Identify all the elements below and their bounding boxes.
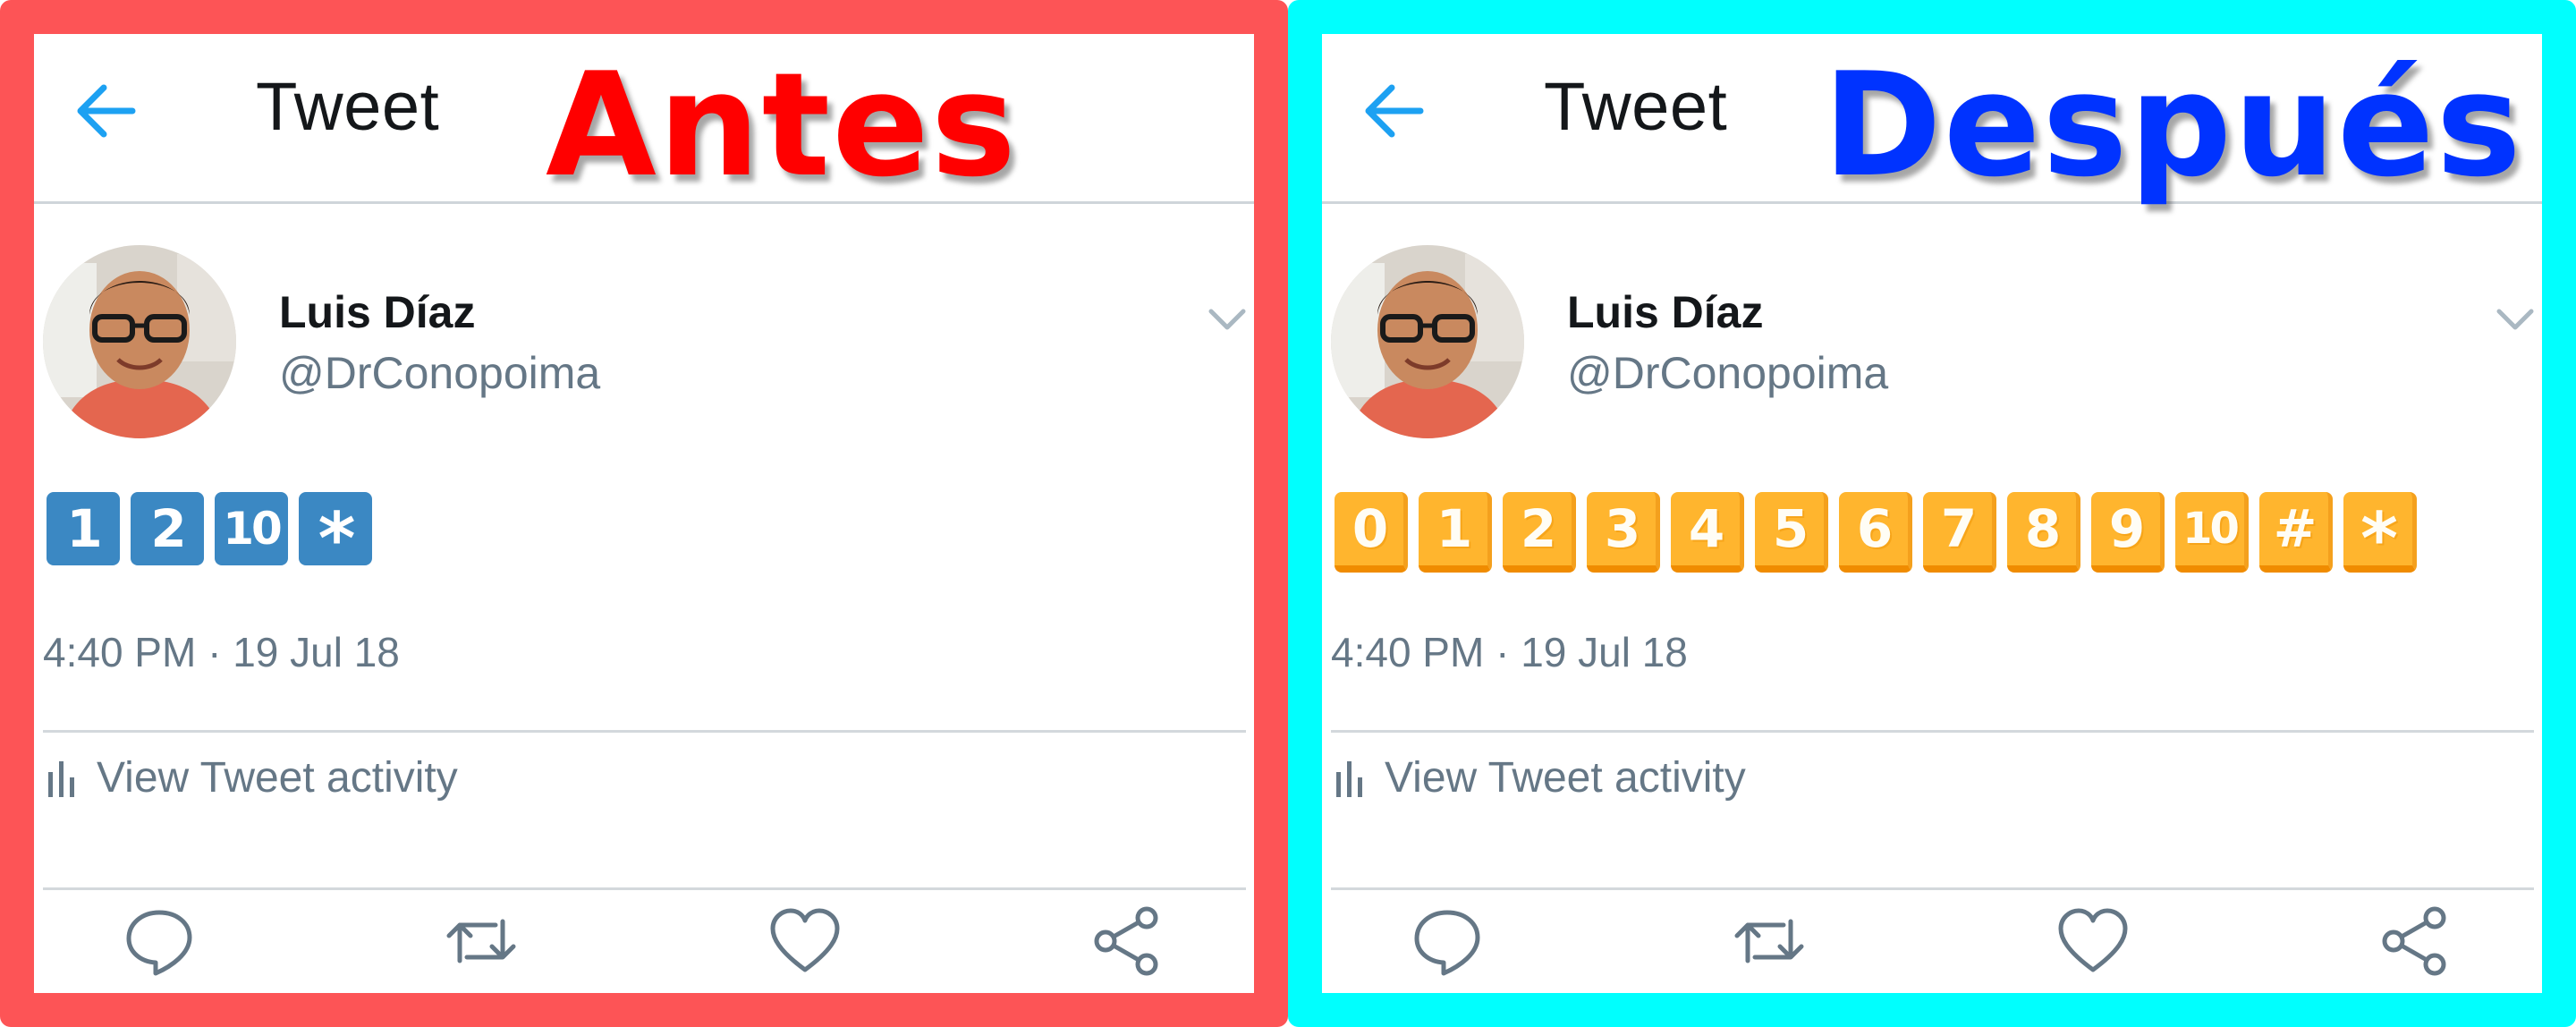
tweet-timestamp[interactable]: 4:40 PM · 19 Jul 18 [43, 628, 400, 676]
page-title: Tweet [1544, 69, 1728, 145]
reply-icon[interactable] [1411, 905, 1483, 977]
keycap-emoji: 0 [1335, 492, 1408, 573]
keycap-emoji: 1 [47, 492, 120, 565]
share-icon[interactable] [2379, 905, 2451, 977]
avatar[interactable] [43, 245, 236, 438]
keycap-digit: 1 [1436, 498, 1472, 559]
keycap-emoji: 5 [1755, 492, 1828, 573]
keycap-emoji: 2 [1503, 492, 1576, 573]
share-icon[interactable] [1091, 905, 1163, 977]
view-activity-link[interactable]: View Tweet activity [1335, 753, 1746, 802]
keycap-emoji: 9 [2091, 492, 2165, 573]
keycap-digit: 7 [1940, 498, 1977, 559]
keycap-emoji: 8 [2007, 492, 2080, 573]
activity-label: View Tweet activity [1385, 754, 1746, 802]
divider [43, 730, 1246, 733]
keycap-emoji: * [299, 492, 372, 581]
avatar[interactable] [1331, 245, 1524, 438]
retweet-icon[interactable] [1733, 905, 1805, 977]
tweet-timestamp[interactable]: 4:40 PM · 19 Jul 18 [1331, 628, 1688, 676]
keycap-emoji: # [2259, 492, 2333, 573]
chevron-down-icon[interactable] [1206, 302, 1249, 335]
keycap-emoji: 6 [1839, 492, 1912, 573]
page-title: Tweet [256, 69, 440, 145]
keycap-digit: 10 [2182, 504, 2240, 554]
keycap-digit: 9 [2108, 498, 2145, 559]
bar-chart-icon [48, 760, 74, 797]
keycap-emoji: 10 [2175, 492, 2249, 573]
keycap-emoji: 2 [131, 492, 204, 565]
after-panel: Tweet Después Luis Díaz @DrConopoima 0 1… [1288, 0, 2576, 1027]
keycap-digit: 6 [1856, 498, 1893, 559]
keycap-digit: # [2273, 498, 2318, 559]
user-name[interactable]: Luis Díaz [279, 286, 475, 338]
retweet-icon[interactable] [445, 905, 517, 977]
view-activity-link[interactable]: View Tweet activity [47, 753, 458, 802]
keycap-emoji: 4 [1671, 492, 1744, 573]
activity-label: View Tweet activity [97, 754, 458, 802]
keycap-digit: 5 [1772, 498, 1809, 559]
user-handle[interactable]: @DrConopoima [279, 347, 600, 399]
chevron-down-icon[interactable] [2494, 302, 2537, 335]
tweet-text: 1 2 10 * [47, 492, 372, 581]
keycap-digit: 8 [2024, 498, 2061, 559]
keycap-digit: * [2360, 497, 2398, 581]
heart-icon[interactable] [769, 905, 841, 977]
tweet-text: 0 1 2 3 4 5 6 7 8 9 10 # * [1335, 492, 2417, 581]
divider [43, 887, 1246, 890]
keycap-emoji: 10 [215, 492, 288, 565]
keycap-emoji: 3 [1587, 492, 1660, 573]
user-handle[interactable]: @DrConopoima [1567, 347, 1888, 399]
keycap-digit: 3 [1604, 498, 1640, 559]
keycap-emoji: 7 [1923, 492, 1996, 573]
keycap-digit: 0 [1352, 498, 1388, 559]
heart-icon[interactable] [2057, 905, 2129, 977]
divider [1331, 887, 2534, 890]
after-label: Después [1823, 41, 2523, 208]
before-panel: Tweet Antes Luis Díaz @DrConopoima 1 2 1… [0, 0, 1288, 1027]
reply-icon[interactable] [123, 905, 195, 977]
user-name[interactable]: Luis Díaz [1567, 286, 1763, 338]
keycap-emoji: 1 [1419, 492, 1492, 573]
keycap-emoji: * [2343, 492, 2417, 581]
keycap-digit: 2 [1520, 498, 1556, 559]
arrow-left-icon[interactable] [1358, 75, 1429, 147]
before-label: Antes [546, 41, 1018, 208]
keycap-digit: 4 [1688, 498, 1724, 559]
bar-chart-icon [1336, 760, 1362, 797]
divider [1331, 730, 2534, 733]
arrow-left-icon[interactable] [70, 75, 141, 147]
